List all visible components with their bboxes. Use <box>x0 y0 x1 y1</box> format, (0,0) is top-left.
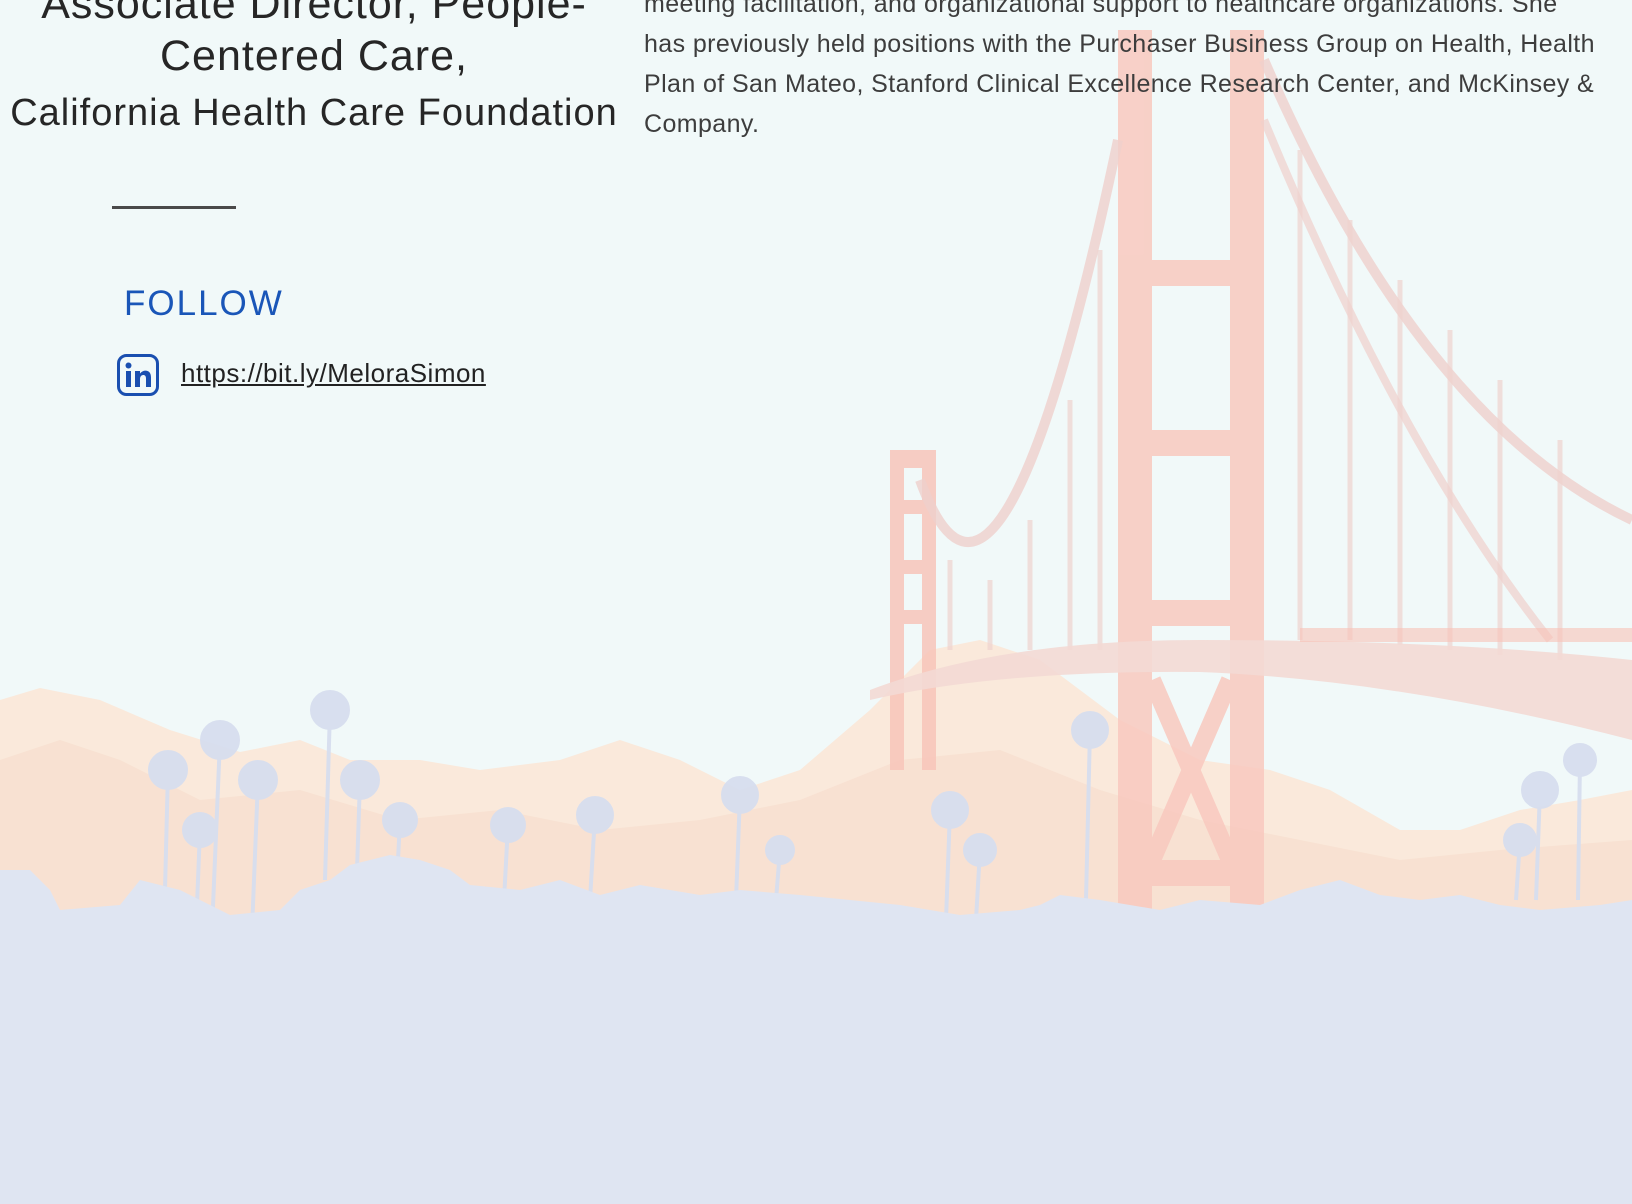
organization-name: California Health Care Foundation <box>10 92 618 134</box>
role-title: Associate Director, People-Centered Care… <box>41 0 587 80</box>
section-divider <box>112 206 236 209</box>
speaker-bio: meeting facilitation, and organizational… <box>644 0 1595 138</box>
bridge-cable-right-lower <box>1260 118 1554 643</box>
follow-heading: FOLLOW <box>124 284 284 323</box>
linkedin-icon[interactable] <box>117 354 159 396</box>
linkedin-link[interactable]: https://bit.ly/MeloraSimon <box>181 358 486 389</box>
golden-gate-skyline-illustration <box>0 30 1632 1204</box>
bridge-cable-left <box>915 138 1123 547</box>
